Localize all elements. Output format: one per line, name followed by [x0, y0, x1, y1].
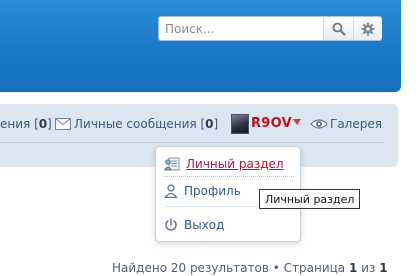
menu-item-label: Личный раздел — [186, 157, 284, 171]
power-icon — [165, 218, 177, 231]
messages-label: Личные сообщения — [74, 117, 197, 131]
menu-item-logout[interactable]: Выход — [164, 214, 224, 236]
avatar[interactable] — [231, 114, 249, 134]
username-link[interactable]: R9OV — [251, 116, 292, 131]
menu-divider — [164, 176, 294, 177]
messages-link[interactable]: Личные сообщения [0] — [74, 117, 218, 131]
personal-section-icon — [164, 157, 180, 171]
menu-item-label: Профиль — [184, 184, 241, 198]
notifications-label: ения — [0, 117, 31, 131]
mail-icon — [55, 118, 71, 130]
search-box — [158, 16, 382, 41]
search-settings-button[interactable] — [353, 17, 382, 40]
total-pages: 1 — [379, 261, 388, 275]
notifications-count: 0 — [38, 117, 48, 131]
of-word: из — [361, 261, 376, 275]
navbar-divider — [0, 142, 385, 143]
notifications-link[interactable]: ения [0] — [0, 117, 52, 131]
tooltip: Личный раздел — [259, 189, 361, 209]
site-header — [0, 0, 401, 92]
gallery-link[interactable]: Галерея — [330, 117, 382, 131]
messages-count: 0 — [205, 117, 214, 131]
gear-icon — [361, 22, 375, 35]
page-word: Страница — [283, 261, 346, 275]
profile-icon — [164, 184, 178, 198]
menu-item-profile[interactable]: Профиль — [164, 180, 241, 202]
header-edge — [401, 0, 420, 92]
current-page: 1 — [348, 261, 358, 275]
results-count-text: Найдено 20 результатов — [112, 261, 269, 275]
menu-item-personal-section[interactable]: Личный раздел — [164, 153, 284, 175]
chevron-down-icon[interactable] — [293, 119, 301, 125]
search-icon — [332, 22, 346, 36]
eye-icon — [310, 119, 328, 129]
search-input[interactable] — [159, 17, 322, 40]
search-results-summary: Найдено 20 результатов • Страница 1 из 1 — [112, 261, 388, 275]
menu-item-label: Выход — [184, 218, 225, 232]
search-button[interactable] — [323, 17, 353, 40]
